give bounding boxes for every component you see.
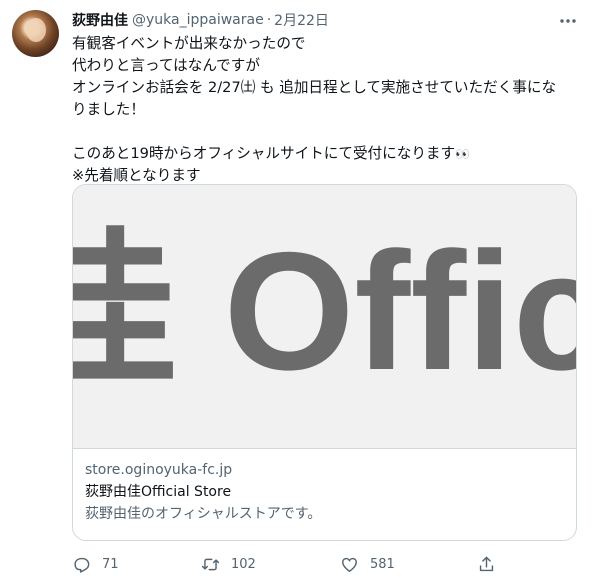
author-handle[interactable]: @yuka_ippaiwarae [132, 12, 264, 28]
card-logo-image: 佳 Officia [73, 217, 576, 405]
card-logo-text: 佳 Officia [73, 217, 576, 405]
tweet-line: 有観客イベントが出来なかったので [72, 35, 306, 52]
reply-count: 71 [102, 556, 119, 572]
avatar[interactable] [12, 10, 59, 57]
tweet-line: オンラインお話会を 2/27㈯ も 追加日程として実施させていただく事にな [72, 79, 557, 96]
tweet-line: 代わりと言ってはなんですが [72, 57, 260, 74]
like-count: 581 [370, 556, 395, 572]
card-domain: store.oginoyuka-fc.jp [85, 462, 233, 478]
retweet-icon [201, 558, 220, 570]
retweet-button[interactable]: 102 [201, 552, 256, 576]
retweet-count: 102 [231, 556, 256, 572]
tweet-line: りました！ [72, 101, 145, 118]
separator-dot: · [266, 12, 272, 28]
tweet-date[interactable]: 2月22日 [274, 10, 329, 30]
share-icon [479, 556, 494, 571]
card-title: 荻野由佳Official Store [85, 484, 232, 500]
share-button[interactable] [477, 552, 496, 576]
card-info: store.oginoyuka-fc.jp 荻野由佳Official Store… [85, 459, 565, 525]
more-icon[interactable] [555, 8, 581, 34]
tweet-text: 有観客イベントが出来なかったので 代わりと言ってはなんですが オンラインお話会を… [72, 33, 577, 187]
eyes-emoji-icon: 👀 [455, 147, 470, 161]
card-description: 荻野由佳のオフィシャルストアです。 [85, 506, 322, 522]
card-image: 佳 Officia [73, 185, 576, 449]
link-card[interactable]: 佳 Officia store.oginoyuka-fc.jp 荻野由佳Offi… [72, 184, 577, 541]
like-button[interactable]: 581 [340, 552, 395, 576]
tweet-line: このあと19時からオフィシャルサイトにて受付になります [72, 145, 456, 162]
reply-button[interactable]: 71 [72, 552, 119, 576]
heart-icon [342, 557, 357, 572]
action-bar: 71 102 581 [72, 552, 577, 576]
tweet-line-with-emoji: このあと19時からオフィシャルサイトにて受付になります👀 [72, 143, 577, 165]
author-name[interactable]: 荻野由佳 [72, 10, 128, 30]
tweet-header: 荻野由佳 @yuka_ippaiwarae · 2月22日 [72, 10, 329, 30]
tweet[interactable]: 荻野由佳 @yuka_ippaiwarae · 2月22日 有観客イベントが出来… [0, 0, 595, 580]
reply-icon [74, 557, 90, 573]
